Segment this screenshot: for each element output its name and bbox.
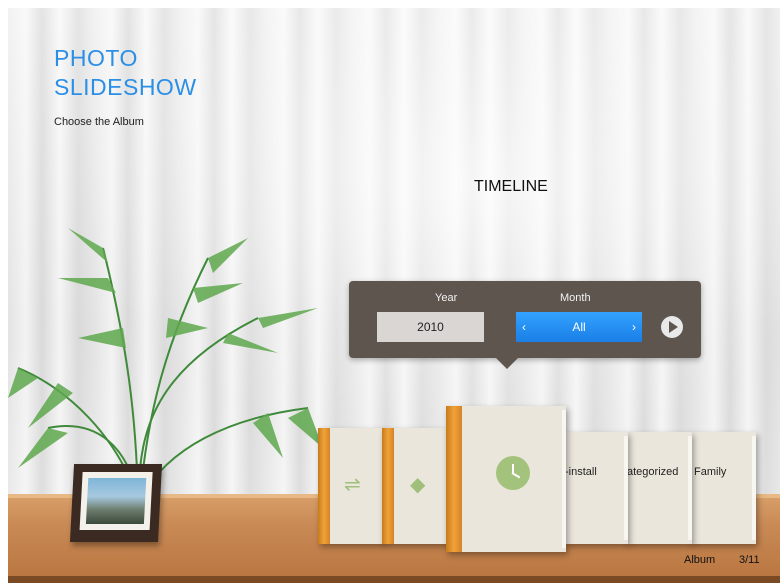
tag-icon: ◆ [410, 474, 426, 496]
book-pages [562, 410, 566, 548]
photo-mat [79, 472, 153, 530]
book-spine [318, 428, 330, 544]
album-book-preinstall[interactable]: -install [564, 432, 628, 544]
year-selector[interactable]: 2010 [377, 312, 484, 342]
album-page-count: 3/11 [739, 554, 760, 566]
month-value: All [572, 320, 586, 334]
album-book-timeline-selected[interactable] [446, 406, 566, 552]
album-book-uncategorized[interactable]: ategorized [626, 432, 692, 544]
book-pages [752, 436, 756, 540]
album-label-preinstall: -install [565, 466, 597, 478]
timeline-panel: Year Month 2010 ‹ All › [349, 281, 701, 358]
year-header: Year [435, 292, 458, 304]
album-book-usb[interactable]: ⇌ [318, 428, 384, 544]
page-subtitle: Choose the Album [54, 116, 144, 128]
month-selector[interactable]: ‹ All › [516, 312, 642, 342]
clock-icon [496, 456, 530, 490]
book-pages [624, 436, 628, 540]
slideshow-screen: PHOTO SLIDESHOW Choose the Album TIMELIN… [8, 8, 780, 583]
album-label-family: Family [694, 466, 727, 478]
table-bottom [8, 576, 780, 583]
month-prev-button[interactable]: ‹ [522, 312, 526, 342]
usb-icon: ⇌ [344, 474, 361, 496]
title-line-2: SLIDESHOW [54, 74, 197, 100]
album-book-family[interactable]: Family [690, 432, 756, 544]
title-line-1: PHOTO [54, 45, 138, 71]
app-title: PHOTO SLIDESHOW [54, 44, 197, 102]
play-icon[interactable] [661, 316, 683, 338]
album-book-tagged[interactable]: ◆ [382, 428, 448, 544]
family-photo [85, 478, 147, 524]
photo-frame-decoration [69, 464, 163, 542]
panel-pointer [496, 358, 518, 369]
month-next-button[interactable]: › [632, 312, 636, 342]
month-header: Month [560, 292, 591, 304]
timeline-heading: TIMELINE [474, 178, 548, 195]
plant-decoration [8, 228, 323, 499]
album-footer-label: Album [684, 554, 716, 566]
album-label-uncategorized: ategorized [627, 466, 679, 478]
book-pages [688, 436, 692, 540]
book-spine [382, 428, 394, 544]
book-spine [446, 406, 462, 552]
